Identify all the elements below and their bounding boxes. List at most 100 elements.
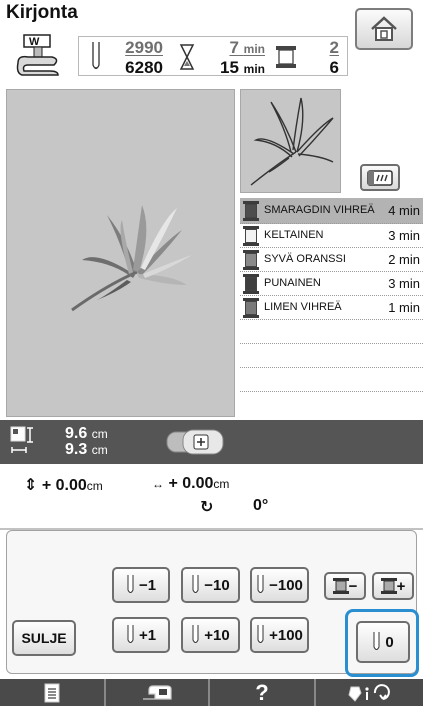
move-plus-100-button[interactable]: +100 <box>250 617 309 653</box>
thumbnail-design-image <box>250 97 334 186</box>
design-thumbnail <box>240 89 341 193</box>
color-name: PUNAINEN <box>264 277 321 289</box>
needle-icon <box>127 625 134 643</box>
home-icon <box>371 16 397 41</box>
document-button[interactable] <box>0 679 104 706</box>
color-time: 2 min <box>388 252 420 267</box>
color-minus-button[interactable]: − <box>324 572 366 600</box>
hoop-icon <box>367 169 393 186</box>
needle-icon <box>92 42 100 70</box>
plus-10-label: +10 <box>204 626 230 644</box>
offset-horizontal: ↔ + 0.00cm <box>152 475 229 493</box>
colors-done: 2 <box>329 38 339 57</box>
move-minus-10-button[interactable]: −10 <box>181 567 240 603</box>
settings-sewing-icon <box>347 683 390 702</box>
help-button[interactable]: ? <box>210 679 314 706</box>
horizontal-arrows-icon: ↔ <box>152 477 164 491</box>
color-row[interactable]: SMARAGDIN VIHREÄ 4 min <box>240 198 423 224</box>
height-unit: cm <box>91 443 108 457</box>
move-plus-1-button[interactable]: +1 <box>112 617 170 653</box>
needle-icon <box>257 625 264 643</box>
embroidery-design-image <box>71 205 192 312</box>
width-unit: cm <box>91 427 108 441</box>
reset-label: 0 <box>385 633 394 651</box>
color-row[interactable]: SYVÄ ORANSSI 2 min <box>240 248 423 272</box>
color-row[interactable]: LIMEN VIHREÄ 1 min <box>240 296 423 320</box>
thread-spool-icon <box>276 46 296 68</box>
page-title: Kirjonta <box>6 2 78 23</box>
empty-row <box>240 368 423 392</box>
view-toggle-button[interactable] <box>165 428 225 456</box>
close-button[interactable]: SULJE <box>12 620 76 656</box>
rotation-icon: ↻ <box>200 499 214 516</box>
offset-x-unit: cm <box>213 477 230 491</box>
move-plus-10-button[interactable]: +10 <box>181 617 240 653</box>
needle-icon <box>192 625 199 643</box>
thread-spool-icon <box>332 578 349 594</box>
color-plus-button[interactable]: + <box>372 572 414 600</box>
color-name: LIMEN VIHREÄ <box>264 301 342 313</box>
stitches-total: 6280 <box>125 58 163 77</box>
color-minus-label: − <box>348 577 358 595</box>
time-done: 7 <box>229 38 239 57</box>
color-name: SYVÄ ORANSSI <box>264 253 346 265</box>
sewing-machine-button[interactable] <box>106 679 208 706</box>
hoop-frame-button[interactable] <box>360 164 400 191</box>
thread-spool-icon <box>243 200 259 221</box>
offset-y-sign: + <box>41 477 52 494</box>
needle-icon <box>257 575 264 593</box>
document-icon <box>44 683 60 702</box>
rotation-value: 0° <box>253 497 269 514</box>
color-name: SMARAGDIN VIHREÄ <box>264 204 375 216</box>
move-minus-100-button[interactable]: −100 <box>250 567 309 603</box>
settings-button[interactable] <box>316 679 423 706</box>
thread-color-list[interactable]: SMARAGDIN VIHREÄ 4 min KELTAINEN 3 min S… <box>240 198 423 392</box>
color-time: 3 min <box>388 276 420 291</box>
close-label: SULJE <box>21 630 67 646</box>
offset-vertical: ⇕ + 0.00cm <box>24 475 103 495</box>
color-name: KELTAINEN <box>264 229 324 241</box>
empty-row <box>240 344 423 368</box>
vertical-arrows-icon: ⇕ <box>24 477 38 494</box>
needle-icon <box>373 632 380 650</box>
home-button[interactable] <box>355 8 413 50</box>
design-size-icon <box>10 426 33 453</box>
color-row[interactable]: KELTAINEN 3 min <box>240 224 423 248</box>
color-time: 1 min <box>388 300 420 315</box>
stitch-progress-panel: 2990 6280 7 min 15 min 2 6 <box>78 36 348 77</box>
move-minus-1-button[interactable]: −1 <box>112 567 170 603</box>
colors-total: 6 <box>329 58 339 77</box>
empty-row <box>240 320 423 344</box>
time-total: 15 <box>220 58 239 77</box>
minus-1-label: −1 <box>138 576 157 594</box>
needle-icon <box>192 575 199 593</box>
thread-spool-icon <box>243 249 259 270</box>
color-row[interactable]: PUNAINEN 3 min <box>240 272 423 296</box>
width-value: 9.6 <box>65 425 88 442</box>
presser-foot-icon: W <box>16 34 59 76</box>
color-time: 4 min <box>388 203 420 218</box>
hourglass-icon <box>179 44 195 70</box>
height-value: 9.3 <box>65 441 88 458</box>
question-mark-icon: ? <box>255 679 269 705</box>
reset-to-start-button[interactable]: 0 <box>356 621 410 663</box>
time-unit: min <box>243 42 265 56</box>
plus-1-label: +1 <box>138 626 157 644</box>
minus-100-label: −100 <box>269 576 303 594</box>
stitches-done: 2990 <box>125 38 163 57</box>
sewing-machine-icon <box>143 684 172 700</box>
embroidery-preview <box>6 89 235 417</box>
time-unit-total: min <box>243 62 265 76</box>
design-height: 9.3 cm <box>65 441 108 459</box>
svg-text:W: W <box>29 36 40 48</box>
thread-spool-icon <box>380 578 397 594</box>
plus-100-label: +100 <box>269 626 303 644</box>
thread-spool-icon <box>243 273 259 294</box>
thread-spool-icon <box>243 297 259 318</box>
offset-y-value: 0.00 <box>55 477 87 494</box>
needle-icon <box>127 575 134 593</box>
thread-spool-icon <box>243 225 259 246</box>
offset-x-sign: + <box>168 475 178 492</box>
offset-y-unit: cm <box>86 479 103 493</box>
offset-x-value: 0.00 <box>182 475 214 492</box>
